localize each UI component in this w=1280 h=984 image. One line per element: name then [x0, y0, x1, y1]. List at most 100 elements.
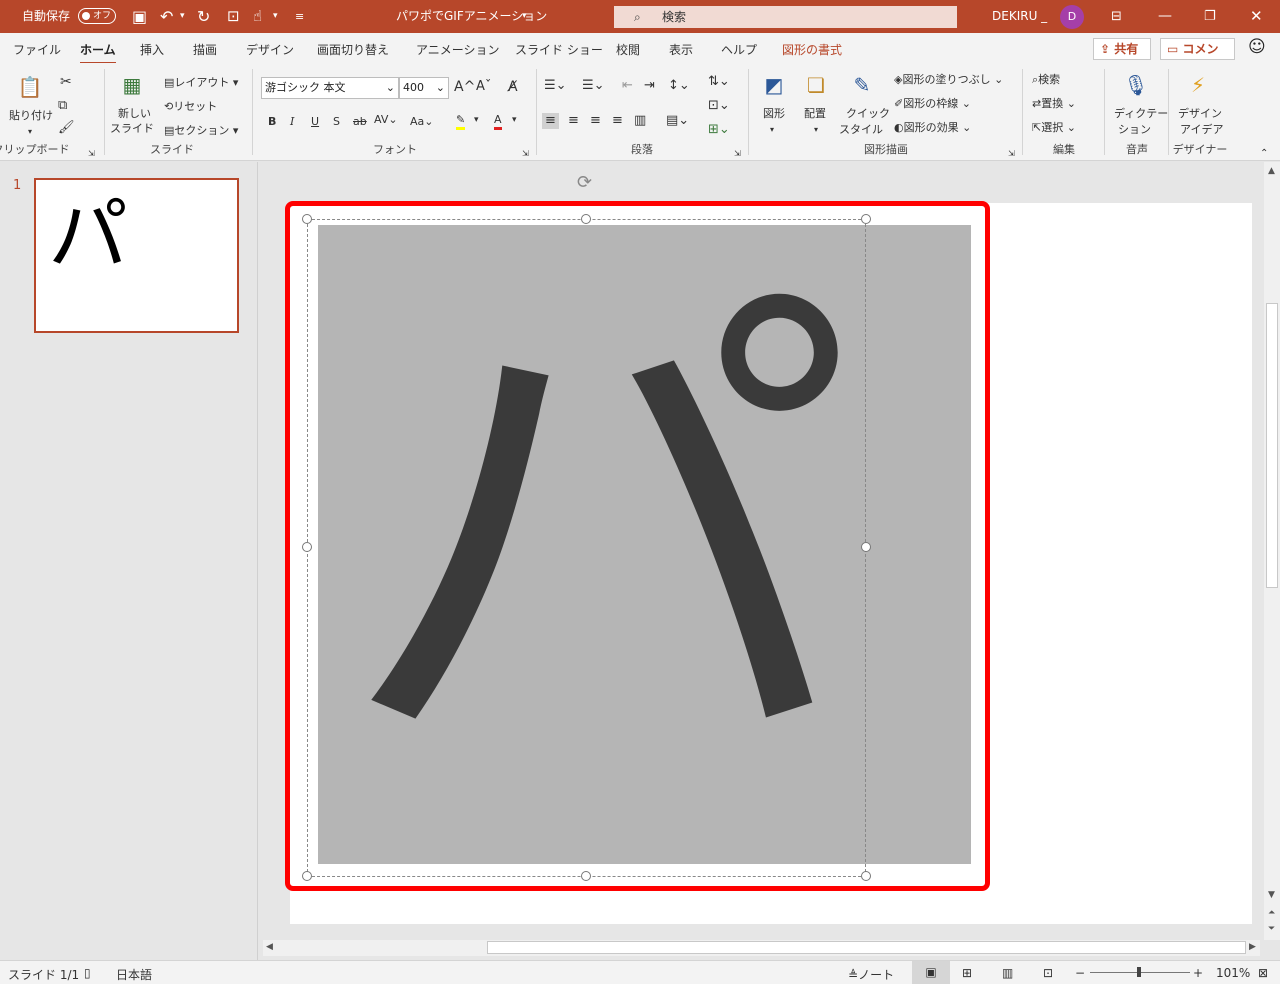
minimize-icon[interactable]: —	[1158, 0, 1172, 33]
user-name[interactable]: DEKIRU _	[992, 0, 1047, 33]
design-ideas-label-1[interactable]: デザイン	[1178, 107, 1222, 121]
tab-insert[interactable]: 挿入	[140, 41, 164, 58]
save-icon[interactable]: ▣	[132, 0, 147, 33]
grow-font-icon[interactable]: A^	[454, 80, 475, 94]
notes-button[interactable]: ≜ノート	[848, 966, 894, 983]
shape-fill-button[interactable]: ◈図形の塗りつぶし ⌄	[894, 73, 1003, 87]
reset-button[interactable]: ⟲リセット	[164, 100, 217, 114]
arrange-dropdown-icon[interactable]: ▾	[814, 123, 818, 137]
tab-review[interactable]: 校閲	[616, 41, 640, 58]
spellcheck-icon[interactable]: ▯	[84, 966, 91, 980]
touch-mode-icon[interactable]: ☝	[253, 0, 262, 33]
normal-view-icon[interactable]: ▣	[912, 961, 950, 984]
cut-icon[interactable]: ✂	[60, 75, 72, 89]
restore-icon[interactable]: ❐	[1204, 0, 1216, 33]
dictate-label-1[interactable]: ディクテー	[1114, 107, 1168, 121]
tab-animations[interactable]: アニメーション	[416, 41, 500, 58]
bold-button[interactable]: B	[268, 115, 276, 129]
microphone-icon[interactable]: 🎙	[1122, 71, 1150, 99]
select-button[interactable]: ⇱選択 ⌄	[1032, 121, 1076, 135]
touch-dropdown-icon[interactable]: ▾	[273, 0, 278, 33]
clipboard-launcher-icon[interactable]: ⇲	[88, 147, 95, 161]
arrange-icon[interactable]: ❏	[802, 71, 830, 99]
avatar[interactable]: D	[1060, 5, 1084, 29]
search-box[interactable]: ⌕ 検索	[614, 6, 957, 28]
align-right-icon[interactable]: ≡	[590, 114, 601, 128]
font-launcher-icon[interactable]: ⇲	[522, 147, 529, 161]
new-slide-label-1[interactable]: 新しい	[118, 107, 151, 121]
paste-dropdown-icon[interactable]: ▾	[28, 125, 32, 139]
slideshow-icon[interactable]: ⊡	[1043, 966, 1053, 980]
paste-button[interactable]: 貼り付け	[9, 109, 53, 123]
close-icon[interactable]: ✕	[1250, 0, 1263, 33]
align-text-icon[interactable]: ⊡⌄	[708, 99, 730, 113]
arrange-button[interactable]: 配置	[804, 107, 826, 121]
line-spacing-icon[interactable]: ↕⌄	[668, 79, 690, 93]
feedback-smiley-icon[interactable]: ☺	[1248, 37, 1266, 57]
ribbon-display-icon[interactable]: ⊟	[1111, 0, 1122, 33]
scroll-left-icon[interactable]: ◀	[266, 942, 273, 952]
slide-thumbnail[interactable]: パ	[34, 178, 239, 333]
zoom-slider-knob[interactable]	[1137, 967, 1141, 977]
drawing-launcher-icon[interactable]: ⇲	[1008, 147, 1015, 161]
tab-design[interactable]: デザイン	[246, 41, 294, 58]
title-dropdown-icon[interactable]: ▾	[522, 0, 527, 33]
collapse-ribbon-icon[interactable]: ⌃	[1260, 147, 1268, 161]
tab-transitions[interactable]: 画面切り替え	[317, 41, 389, 58]
quick-styles-icon[interactable]: ✎	[848, 71, 876, 99]
shrink-font-icon[interactable]: Aˇ	[476, 80, 491, 94]
tab-home[interactable]: ホーム	[80, 41, 116, 65]
smartart-icon[interactable]: ⊞⌄	[708, 123, 730, 137]
tab-slideshow[interactable]: スライド ショー	[515, 41, 603, 58]
align-left-icon[interactable]: ≡	[542, 113, 559, 129]
columns-icon[interactable]: ▤⌄	[666, 114, 689, 128]
font-color-dropdown-icon[interactable]: ▾	[512, 113, 517, 127]
slide-sorter-icon[interactable]: ⊞	[962, 966, 972, 980]
shapes-dropdown-icon[interactable]: ▾	[770, 123, 774, 137]
highlight-dropdown-icon[interactable]: ▾	[474, 113, 479, 127]
underline-button[interactable]: U	[311, 115, 319, 129]
replace-button[interactable]: ⇄置換 ⌄	[1032, 97, 1076, 111]
tab-draw[interactable]: 描画	[193, 41, 217, 58]
bullets-icon[interactable]: ☰⌄	[544, 79, 567, 93]
italic-button[interactable]: I	[290, 115, 294, 129]
font-name-select[interactable]: 游ゴシック 本文 ⌄	[261, 77, 399, 99]
new-slide-label-2[interactable]: スライド	[110, 122, 154, 136]
redo-icon[interactable]: ↻	[197, 0, 210, 33]
dictate-label-2[interactable]: ション	[1118, 123, 1151, 137]
copy-icon[interactable]: ⧉	[58, 99, 67, 113]
char-spacing-button[interactable]: AV⌄	[374, 113, 398, 127]
decrease-indent-icon[interactable]: ⇤	[622, 79, 633, 93]
reading-view-icon[interactable]: ▥	[1002, 966, 1013, 980]
numbering-icon[interactable]: ☰⌄	[582, 79, 605, 93]
justify-icon[interactable]: ≡	[612, 114, 623, 128]
shapes-button[interactable]: 図形	[763, 107, 785, 121]
scroll-right-icon[interactable]: ▶	[1249, 942, 1256, 952]
text-direction-icon[interactable]: ⇅⌄	[708, 75, 730, 89]
shadow-button[interactable]: S	[333, 115, 340, 129]
undo-icon[interactable]: ↶	[160, 0, 173, 33]
next-slide-icon[interactable]: ⏷	[1268, 924, 1275, 934]
zoom-out-icon[interactable]: −	[1075, 966, 1085, 980]
tab-view[interactable]: 表示	[669, 41, 693, 58]
comment-button[interactable]: ▭ コメント	[1160, 38, 1235, 76]
scroll-up-icon[interactable]: ▲	[1268, 166, 1275, 176]
font-size-select[interactable]: 400 ⌄	[399, 77, 449, 99]
font-color-button[interactable]: A	[494, 113, 502, 130]
strikethrough-button[interactable]: ab	[353, 115, 367, 129]
horizontal-scroll-thumb[interactable]	[487, 941, 1246, 954]
design-ideas-label-2[interactable]: アイデア	[1180, 123, 1223, 137]
scroll-down-icon[interactable]: ▼	[1268, 890, 1275, 900]
tab-shape-format[interactable]: 図形の書式	[782, 41, 842, 58]
distributed-icon[interactable]: ▥	[634, 114, 646, 128]
zoom-level[interactable]: 101%	[1216, 966, 1250, 980]
vertical-scroll-thumb[interactable]	[1266, 303, 1278, 588]
new-slide-icon[interactable]: ▦	[118, 71, 146, 99]
share-button[interactable]: ⇪ 共有	[1093, 38, 1151, 60]
increase-indent-icon[interactable]: ⇥	[644, 79, 655, 93]
undo-dropdown-icon[interactable]: ▾	[180, 0, 185, 33]
shape-effects-button[interactable]: ◐図形の効果 ⌄	[894, 121, 971, 135]
find-button[interactable]: ⌕検索	[1032, 73, 1060, 87]
paste-icon[interactable]: 📋	[16, 73, 44, 101]
design-ideas-icon[interactable]: ⚡	[1184, 71, 1212, 99]
